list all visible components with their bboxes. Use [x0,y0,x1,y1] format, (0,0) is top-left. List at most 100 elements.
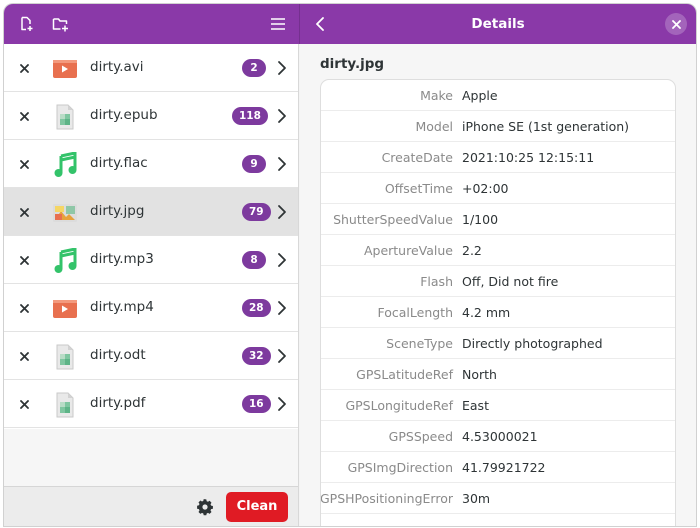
metadata-row: GPSLatitudeRef North [321,359,675,390]
file-name: dirty.mp3 [90,251,154,267]
metadata-row: SceneType Directly photographed [321,328,675,359]
chevron-right-icon[interactable] [276,252,288,268]
metadata-key: GPSImgDirection [347,460,453,475]
file-name: dirty.pdf [90,395,146,411]
add-files-button[interactable] [12,10,40,38]
audio-file-icon [52,151,78,178]
file-name: dirty.mp4 [90,299,154,315]
metadata-value: East [462,398,489,413]
metadata-key: GPSSpeed [388,429,453,444]
add-files-icon [21,16,33,31]
file-name: dirty.epub [90,107,158,123]
video-file-icon [52,296,78,322]
chevron-right-icon[interactable] [276,108,288,124]
metadata-row: GPSSpeed 4.53000021 [321,421,675,452]
file-row[interactable]: dirty.mp3 8 [4,236,298,284]
main-menu-button[interactable] [264,10,292,38]
remove-file-button[interactable] [14,394,34,414]
metadata-key: ShutterSpeedValue [333,212,453,227]
chevron-right-icon[interactable] [276,396,288,412]
app-window: Details dirty.avi 2 dirty.epub 118 dirty.fla… [4,4,696,526]
metadata-row: GPSHPositioningError 30m [320,483,675,514]
close-icon [19,111,29,121]
add-folder-icon [52,18,68,32]
metadata-key: GPSLongitudeRef [345,398,453,413]
add-folder-button[interactable] [46,10,74,38]
metadata-value: North [462,367,497,382]
metadata-key: OffsetTime [384,181,453,196]
metadata-key: GPSHPositioningError [320,491,453,506]
file-name: dirty.jpg [90,203,145,219]
gear-icon[interactable] [195,497,215,517]
file-row[interactable]: dirty.avi 2 [4,44,298,92]
chevron-right-icon[interactable] [276,300,288,316]
remove-file-button[interactable] [14,154,34,174]
metadata-card: Make Apple Model iPhone SE (1st generation)… [320,79,676,526]
close-icon [19,63,29,73]
metadata-row: GPSLongitudeRef East [321,390,675,421]
metadata-key: Flash [420,274,453,289]
chevron-right-icon[interactable] [276,60,288,76]
metadata-key: ApertureValue [363,243,453,258]
close-button[interactable] [665,13,687,35]
file-row[interactable]: dirty.mp4 28 [4,284,298,332]
metadata-value: 2021:10:25 12:15:11 [462,150,595,165]
metadata-value: +02:00 [462,181,509,196]
metadata-value: 2.2 [462,243,482,258]
metadata-value: 30m [462,491,491,506]
metadata-row: Flash Off, Did not fire [321,266,675,297]
metadata-value: Off, Did not fire [462,274,559,289]
close-icon [19,351,29,361]
close-icon [19,159,29,169]
file-row[interactable]: dirty.pdf 16 [4,380,298,428]
file-name: dirty.avi [90,59,144,75]
metadata-row: GPSImgDirection 41.79921722 [321,452,675,483]
metadata-count-badge: 9 [242,155,266,173]
file-row[interactable]: dirty.odt 32 [4,332,298,380]
metadata-row: OffsetTime +02:00 [321,173,675,204]
close-icon [19,399,29,409]
close-icon [19,207,29,217]
metadata-count-badge: 79 [242,203,271,221]
remove-file-button[interactable] [14,346,34,366]
metadata-count-badge: 118 [232,107,268,125]
metadata-value: 4.53000021 [462,429,538,444]
metadata-row: FocalLength 4.2 mm [321,297,675,328]
file-row[interactable]: dirty.epub 118 [4,92,298,140]
audio-file-icon [52,247,78,274]
remove-file-button[interactable] [14,106,34,126]
metadata-row: Model iPhone SE (1st generation) [321,111,675,142]
chevron-right-icon[interactable] [276,348,288,364]
metadata-value: Apple [462,88,498,103]
metadata-value: Directly photographed [462,336,603,351]
remove-file-button[interactable] [14,58,34,78]
chevron-right-icon[interactable] [276,204,288,220]
remove-file-button[interactable] [14,202,34,222]
metadata-count-badge: 28 [242,299,271,317]
metadata-key: FocalLength [377,305,453,320]
file-list-pane: dirty.avi 2 dirty.epub 118 dirty.flac 9 dirty.… [4,44,299,526]
metadata-count-badge: 2 [242,59,266,77]
metadata-value: 4.2 mm [462,305,511,320]
metadata-row: ShutterSpeedValue 1/100 [321,204,675,235]
document-file-icon [52,344,78,370]
file-name: dirty.flac [90,155,148,171]
file-row[interactable]: dirty.flac 9 [4,140,298,188]
header-bar: Details [4,4,696,44]
clean-button[interactable]: Clean [226,492,288,522]
metadata-value: iPhone SE (1st generation) [462,119,630,134]
metadata-key: Make [420,88,453,103]
metadata-value: 41.79921722 [462,460,546,475]
metadata-row: CreateDate 2021:10:25 12:15:11 [321,142,675,173]
metadata-key: SceneType [386,336,453,351]
hamburger-menu-icon [271,18,285,30]
metadata-count-badge: 16 [242,395,271,413]
details-pane: dirty.jpg Make Apple Model iPhone SE (1st g… [300,44,696,526]
chevron-right-icon[interactable] [276,156,288,172]
metadata-row: ApertureValue 2.2 [321,235,675,266]
metadata-row: Make Apple [321,80,675,111]
remove-file-button[interactable] [14,298,34,318]
metadata-key: Model [415,119,453,134]
remove-file-button[interactable] [14,250,34,270]
file-row[interactable]: dirty.jpg 79 [4,188,298,236]
